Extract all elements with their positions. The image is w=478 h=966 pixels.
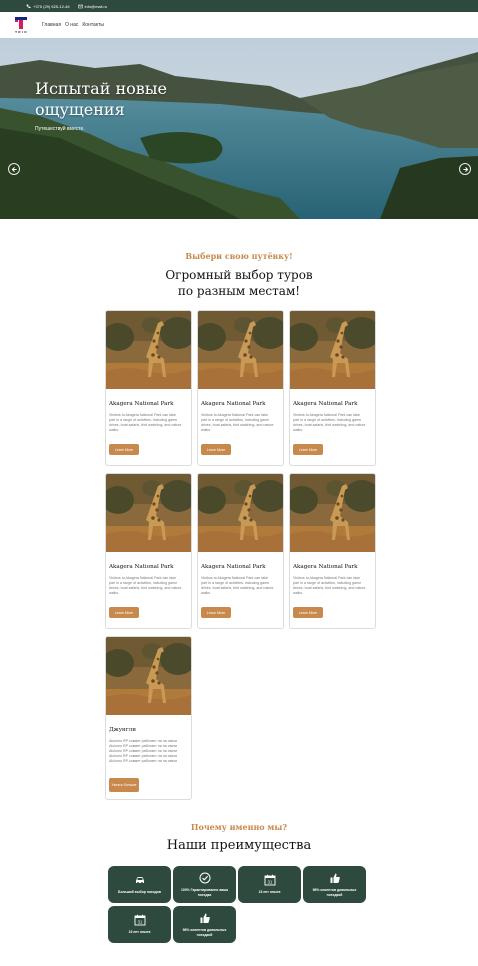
tour-card-title: Akagera National Park [201,564,266,570]
phone-text: +375 (29) 625-12-46 [33,3,70,9]
tour-card-description: Visitors to Akagera National Park can ta… [109,413,182,432]
advantage-card: 100% Гарантированно ваша поездка [173,866,236,903]
tour-card-description: Visitors to Akagera National Park can ta… [109,576,182,595]
phone-icon [26,4,31,8]
tour-card: Джунгли Alulumo RP совмет работает ли на … [105,636,192,800]
tour-card-description: Visitors to Akagera National Park can ta… [201,576,274,595]
tours-heading-line1: Огромный выбор туров [165,268,313,282]
advantages-heading: Наши преимущества [166,838,312,853]
hero-subtitle: Путешествуй вместе. [35,126,85,132]
tour-card: Akagera National Park Visitors to Akagera… [197,473,284,629]
slider-prev-button[interactable] [8,163,20,175]
tours-kicker: Выбери свою путёвку! [185,251,293,261]
tour-card-image [106,637,191,715]
tour-card-title: Akagera National Park [293,401,358,407]
calendar-icon: 31 [264,875,275,886]
tour-card-description: Visitors to Akagera National Park can ta… [201,413,274,432]
hero-slider: Испытай новые ощущения Путешествуй вмест… [0,38,478,219]
learn-more-button[interactable]: Узнать больше [109,778,139,792]
advantages-kicker: Почему именно мы? [190,822,288,832]
arrow-right-icon [462,166,468,172]
advantage-label: 100% Гарантированно ваша поездка [181,888,228,897]
nav-link-about[interactable]: О нас [65,22,78,28]
tour-card-description: Visitors to Akagera National Park can ta… [293,413,366,432]
learn-more-button[interactable]: Learn More [201,607,231,618]
advantage-card: Большой выбор походов [108,866,171,903]
tour-card: Akagera National Park Visitors to Akagera… [289,473,376,629]
check-circle-icon [199,872,210,884]
tour-card-title: Джунгли [109,727,136,733]
tour-card-title: Akagera National Park [109,401,174,407]
phone-contact[interactable]: +375 (29) 625-12-46 [26,4,70,9]
top-contact-bar: +375 (29) 625-12-46 info@mail.ru [0,0,478,12]
email-contact[interactable]: info@mail.ru [77,3,108,9]
tour-card-title: Akagera National Park [201,401,266,407]
tour-card-image [106,474,191,552]
logo-mark-icon [15,16,27,29]
tour-card: Akagera National Park Visitors to Akagera… [105,310,192,466]
learn-more-button[interactable]: Learn More [201,444,231,455]
advantage-label: 15 лет опыта [128,930,151,935]
hero-title: Испытай новые ощущения [35,79,167,119]
advantage-card: 31 15 лет опыта [238,866,301,903]
learn-more-button[interactable]: Learn More [109,607,139,618]
learn-more-button[interactable]: Learn More [109,444,139,455]
nav-link-home[interactable]: Главная [42,22,61,28]
tour-card-image [198,311,283,389]
main-nav: Главная О нас Контакты [42,22,104,28]
tour-card-title: Akagera National Park [293,564,358,570]
tour-card-description: Visitors to Akagera National Park can ta… [293,576,366,595]
advantage-label: 15 лет опыта [258,890,281,895]
advantage-card: 31 15 лет опыта [108,906,171,943]
thumbs-up-icon [200,913,210,924]
thumbs-up-icon [330,873,340,884]
tour-card-description: Alulumo RP совмет работает ли на святи A… [109,739,178,763]
tour-card: Akagera National Park Visitors to Akagera… [289,310,376,466]
tour-card: Akagera National Park Visitors to Akagera… [197,310,284,466]
logo[interactable]: T R I O [14,15,28,35]
tours-heading-line2: по разным местам! [177,284,301,298]
advantage-card: 98% клиентов довольных поездкой [173,906,236,943]
advantage-label: Большой выбор походов [118,890,161,895]
tour-card-image [106,311,191,389]
car-icon [135,877,144,885]
calendar-day-number: 31 [137,920,142,925]
logo-text: T R I O [15,29,27,34]
advantage-card: 98% клиентов довольных поездкой [303,866,366,903]
tour-card-title: Akagera National Park [109,564,174,570]
learn-more-button[interactable]: Learn More [293,444,323,455]
email-text: info@mail.ru [84,3,108,9]
learn-more-button[interactable]: Learn More [293,607,323,618]
nav-link-contacts[interactable]: Контакты [82,22,104,28]
tour-card-image [198,474,283,552]
advantage-label: 98% клиентов довольных поездкой [312,888,357,897]
tour-card-image [290,474,375,552]
site-header: T R I O Главная О нас Контакты [0,12,478,38]
slider-next-button[interactable] [459,163,471,175]
tours-heading: Огромный выбор туров по разным местам! [0,267,478,299]
tour-card-image [290,311,375,389]
advantage-label: 98% клиентов довольных поездкой [182,928,227,937]
arrow-left-icon [11,166,17,172]
tour-card: Akagera National Park Visitors to Akagera… [105,473,192,629]
calendar-icon: 31 [134,915,145,926]
calendar-day-number: 31 [267,880,272,885]
mail-icon [77,4,83,8]
